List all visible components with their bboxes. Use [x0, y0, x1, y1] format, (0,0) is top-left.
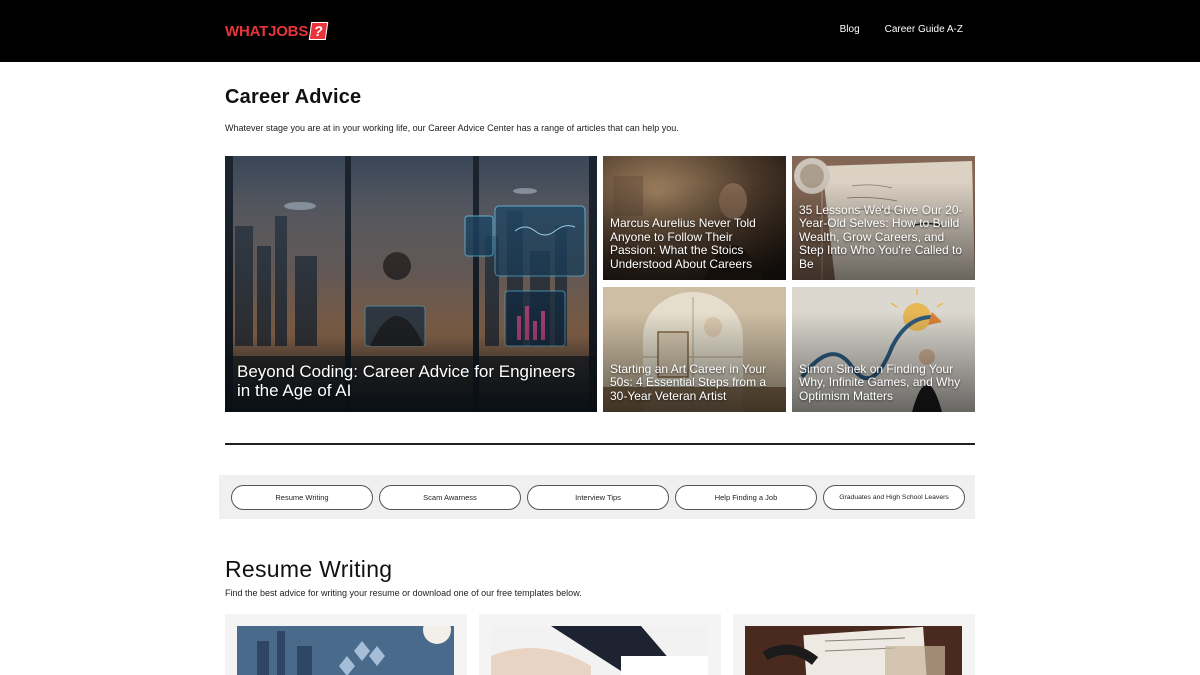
- section-title: Resume Writing: [225, 556, 393, 582]
- page-intro: Whatever stage you are at in your workin…: [225, 123, 679, 133]
- resume-article-card[interactable]: [479, 614, 721, 675]
- tab-help-finding-a-job[interactable]: Help Finding a Job: [675, 485, 817, 510]
- article-card[interactable]: Simon Sinek on Finding Your Why, Infinit…: [792, 287, 975, 412]
- logo-wordmark: WHATJOBS: [225, 22, 309, 40]
- article-title: Starting an Art Career in Your 50s: 4 Es…: [610, 361, 767, 403]
- logo-question-badge: ?: [308, 22, 329, 40]
- whatjobs-logo[interactable]: WHATJOBS ?: [225, 21, 329, 41]
- resume-article-card[interactable]: [225, 614, 467, 675]
- resume-card-image-handshake: [491, 626, 708, 675]
- resume-card-image-documents: [745, 626, 962, 675]
- nav-link-blog[interactable]: Blog: [840, 24, 860, 35]
- resume-card-image-city: [237, 626, 454, 675]
- section-divider: [225, 443, 975, 445]
- tab-graduates-school-leavers[interactable]: Graduates and High School Leavers: [823, 485, 965, 510]
- article-card[interactable]: Starting an Art Career in Your 50s: 4 Es…: [603, 287, 786, 412]
- article-title: 35 Lessons We'd Give Our 20-Year-Old Sel…: [799, 202, 963, 271]
- section-intro: Find the best advice for writing your re…: [225, 588, 582, 598]
- featured-articles-grid: Beyond Coding: Career Advice for Enginee…: [225, 156, 975, 412]
- resume-article-card[interactable]: [733, 614, 975, 675]
- nav-link-career-guide[interactable]: Career Guide A-Z: [885, 24, 963, 35]
- page-title: Career Advice: [225, 86, 362, 108]
- category-tabs: Resume Writing Scam Awarness Interview T…: [219, 475, 975, 519]
- article-title: Simon Sinek on Finding Your Why, Infinit…: [799, 361, 961, 403]
- article-title: Marcus Aurelius Never Told Anyone to Fol…: [610, 216, 756, 271]
- featured-article-title: Beyond Coding: Career Advice for Enginee…: [237, 362, 576, 400]
- featured-article-card[interactable]: Beyond Coding: Career Advice for Enginee…: [225, 156, 597, 412]
- tab-resume-writing[interactable]: Resume Writing: [231, 485, 373, 510]
- tab-scam-awareness[interactable]: Scam Awarness: [379, 485, 521, 510]
- article-card[interactable]: 35 Lessons We'd Give Our 20-Year-Old Sel…: [792, 156, 975, 280]
- article-card[interactable]: Marcus Aurelius Never Told Anyone to Fol…: [603, 156, 786, 280]
- main-nav: Blog Career Guide A-Z: [840, 24, 963, 35]
- tab-interview-tips[interactable]: Interview Tips: [527, 485, 669, 510]
- top-header: WHATJOBS ? Blog Career Guide A-Z: [0, 0, 1200, 62]
